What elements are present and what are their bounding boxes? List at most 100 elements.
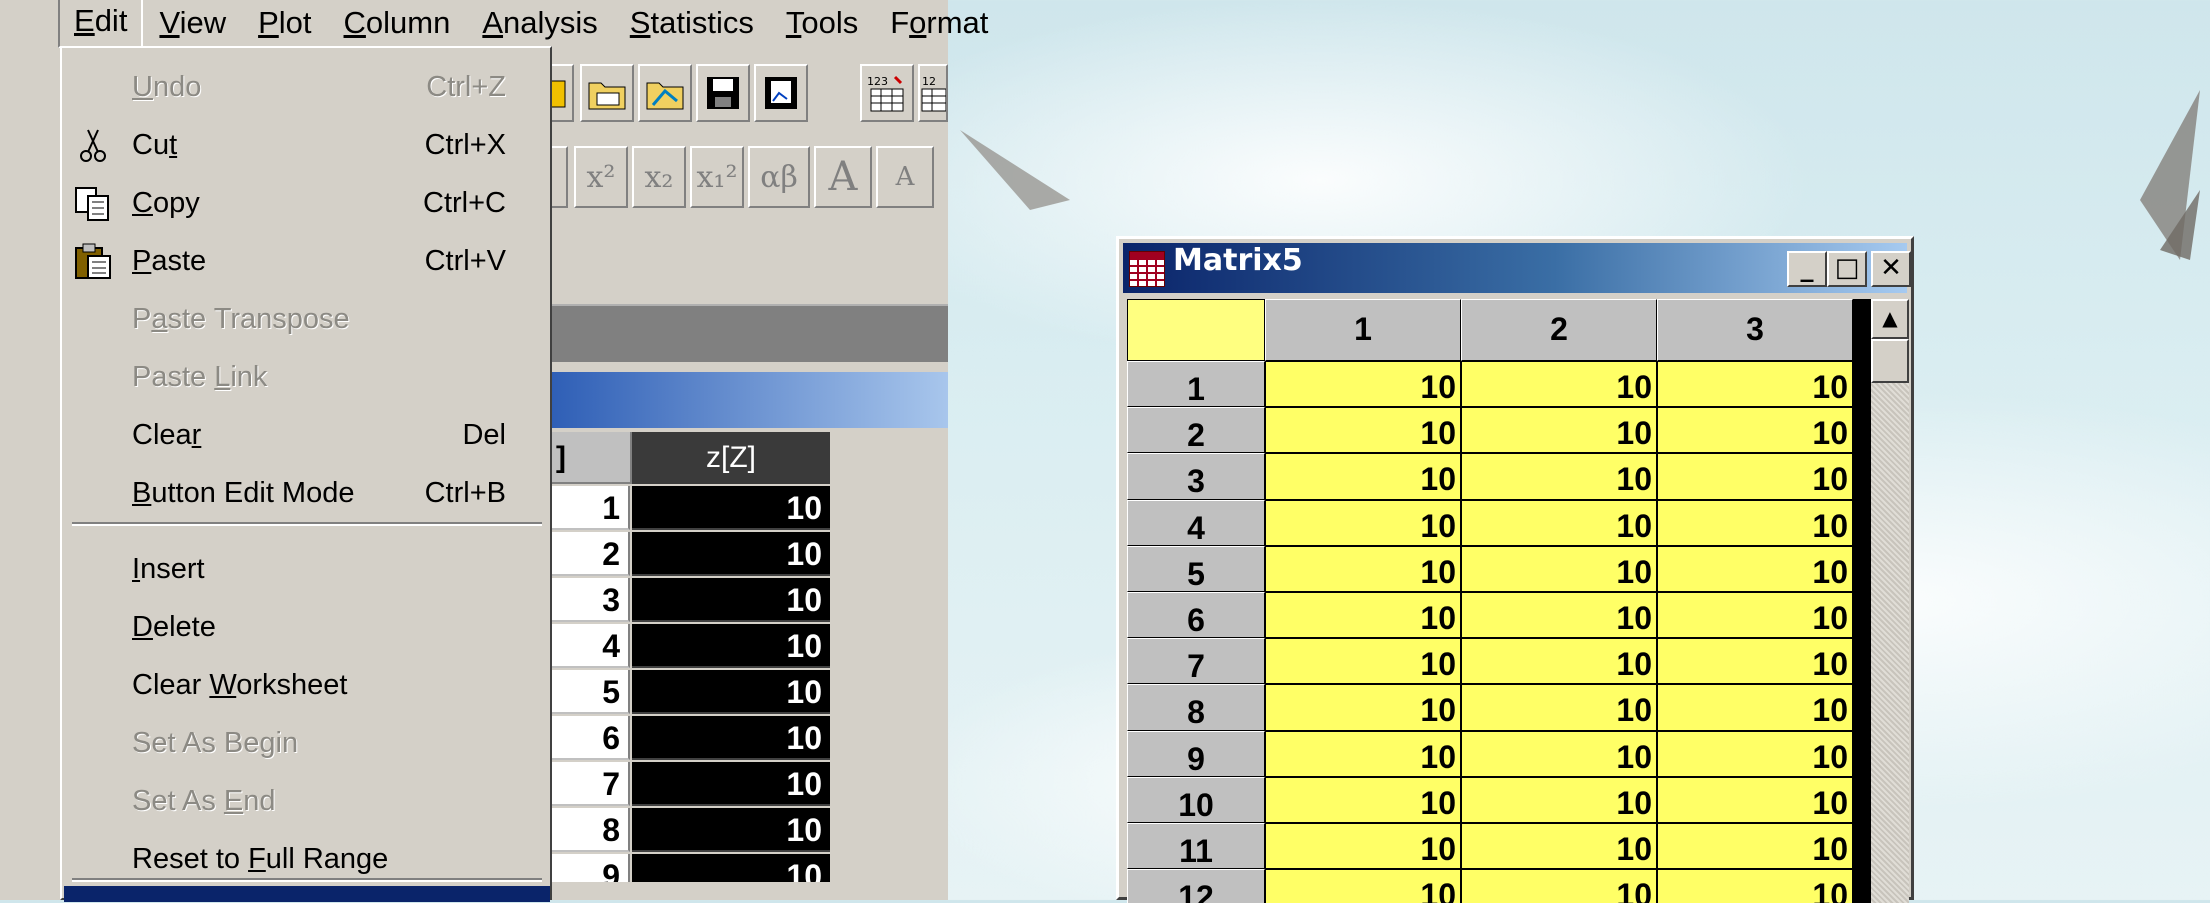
superscript-button[interactable]: x² xyxy=(574,146,628,208)
super-subscript-button[interactable]: x₁² xyxy=(690,146,744,208)
worksheet-cell[interactable]: 10 xyxy=(632,670,830,714)
matrix-cell[interactable]: 10 xyxy=(1657,361,1853,408)
menu-plot[interactable]: Plot xyxy=(242,0,327,46)
subscript-button[interactable]: x₂ xyxy=(632,146,686,208)
menu-item[interactable]: Insert xyxy=(64,544,550,594)
matrix-title-bar[interactable]: Matrix5 _ □ ✕ xyxy=(1123,243,1911,293)
matrix-cell[interactable]: 10 xyxy=(1265,453,1461,500)
matrix-cell[interactable]: 10 xyxy=(1657,730,1853,777)
matrix-cell[interactable]: 10 xyxy=(1657,499,1853,546)
menu-item[interactable]: Reset to Full Range xyxy=(64,834,550,884)
menu-edit[interactable]: Edit xyxy=(58,0,144,48)
menu-item[interactable]: Cut Ctrl+X xyxy=(64,120,550,170)
worksheet-title-bar[interactable] xyxy=(552,372,948,428)
worksheet-cell[interactable]: 10 xyxy=(632,578,830,622)
new-worksheet-button[interactable]: 123 xyxy=(860,64,914,122)
scroll-thumb[interactable] xyxy=(1871,339,1909,383)
matrix-cell[interactable]: 10 xyxy=(1461,638,1657,685)
matrix-column-header[interactable]: 3 xyxy=(1657,299,1853,361)
menu-statistics[interactable]: Statistics xyxy=(614,0,770,46)
matrix-cell[interactable]: 10 xyxy=(1657,869,1853,903)
vertical-scrollbar[interactable]: ▲ xyxy=(1871,299,1909,903)
matrix-cell[interactable]: 10 xyxy=(1265,545,1461,592)
matrix-cell[interactable]: 10 xyxy=(1657,776,1853,823)
menu-tools[interactable]: Tools xyxy=(770,0,874,46)
matrix-cell[interactable]: 10 xyxy=(1265,499,1461,546)
scroll-up-button[interactable]: ▲ xyxy=(1871,299,1909,339)
row-header[interactable]: 7 xyxy=(552,762,630,806)
save-template-button[interactable] xyxy=(754,64,808,122)
greek-button[interactable]: αβ xyxy=(748,146,810,208)
row-header[interactable]: 6 xyxy=(552,716,630,760)
menu-view[interactable]: View xyxy=(143,0,242,46)
menu-item[interactable]: Delete xyxy=(64,602,550,652)
matrix-cell[interactable]: 10 xyxy=(1657,638,1853,685)
matrix-cell[interactable]: 10 xyxy=(1265,823,1461,870)
matrix-cell[interactable]: 10 xyxy=(1265,869,1461,903)
matrix-cell[interactable]: 10 xyxy=(1265,361,1461,408)
row-header[interactable]: 3 xyxy=(552,578,630,622)
matrix-cell[interactable]: 10 xyxy=(1657,545,1853,592)
matrix-column-header[interactable]: 1 xyxy=(1265,299,1461,361)
matrix-row-header[interactable]: 4 xyxy=(1127,499,1265,546)
matrix-row-header[interactable]: 11 xyxy=(1127,823,1265,870)
matrix-column-header[interactable]: 2 xyxy=(1461,299,1657,361)
matrix-row-header[interactable]: 1 xyxy=(1127,361,1265,408)
worksheet-cell[interactable]: 10 xyxy=(632,532,830,576)
matrix-cell[interactable]: 10 xyxy=(1461,407,1657,454)
matrix-row-header[interactable]: 10 xyxy=(1127,776,1265,823)
minimize-button[interactable]: _ xyxy=(1787,251,1827,287)
maximize-button[interactable]: □ xyxy=(1827,251,1867,287)
matrix-cell[interactable]: 10 xyxy=(1657,684,1853,731)
worksheet-cell[interactable]: 10 xyxy=(632,762,830,806)
decrease-font-button[interactable]: A xyxy=(876,146,934,208)
menu-format[interactable]: Format xyxy=(874,0,1004,46)
matrix-cell[interactable]: 10 xyxy=(1461,684,1657,731)
open-excel-button[interactable] xyxy=(638,64,692,122)
matrix-row-header[interactable]: 7 xyxy=(1127,638,1265,685)
matrix-cell[interactable]: 10 xyxy=(1461,869,1657,903)
menu-item[interactable]: Paste Ctrl+V xyxy=(64,236,550,286)
matrix-corner-cell[interactable] xyxy=(1127,299,1265,361)
increase-font-button[interactable]: A xyxy=(814,146,872,208)
close-button[interactable]: ✕ xyxy=(1871,251,1911,287)
matrix-cell[interactable]: 10 xyxy=(1657,407,1853,454)
column-header-y[interactable]: ] xyxy=(552,432,632,484)
matrix-cell[interactable]: 10 xyxy=(1265,776,1461,823)
matrix-row-header[interactable]: 12 xyxy=(1127,869,1265,903)
matrix-cell[interactable]: 10 xyxy=(1461,730,1657,777)
worksheet-cell[interactable]: 10 xyxy=(632,716,830,760)
matrix-cell[interactable]: 10 xyxy=(1657,823,1853,870)
row-header[interactable]: 4 xyxy=(552,624,630,668)
matrix-row-header[interactable]: 5 xyxy=(1127,545,1265,592)
row-header[interactable]: 5 xyxy=(552,670,630,714)
menu-item[interactable]: Clear Worksheet xyxy=(64,660,550,710)
matrix-cell[interactable]: 10 xyxy=(1461,776,1657,823)
matrix-cell[interactable]: 10 xyxy=(1265,592,1461,639)
menu-item[interactable]: Clear Del xyxy=(64,410,550,460)
matrix-cell[interactable]: 10 xyxy=(1265,730,1461,777)
worksheet-cell[interactable]: 10 xyxy=(632,624,830,668)
worksheet-cell[interactable]: 10 xyxy=(632,486,830,530)
matrix-cell[interactable]: 10 xyxy=(1461,592,1657,639)
menu-analysis[interactable]: Analysis xyxy=(466,0,613,46)
matrix-cell[interactable]: 10 xyxy=(1461,499,1657,546)
matrix-cell[interactable]: 10 xyxy=(1265,407,1461,454)
matrix-cell[interactable]: 10 xyxy=(1265,684,1461,731)
save-project-button[interactable] xyxy=(696,64,750,122)
new-matrix-button[interactable]: 12 xyxy=(918,64,948,122)
matrix-row-header[interactable]: 9 xyxy=(1127,730,1265,777)
menu-column[interactable]: Column xyxy=(328,0,467,46)
matrix-cell[interactable]: 10 xyxy=(1657,453,1853,500)
matrix-cell[interactable]: 10 xyxy=(1265,638,1461,685)
row-header[interactable]: 2 xyxy=(552,532,630,576)
matrix-row-header[interactable]: 8 xyxy=(1127,684,1265,731)
menu-item[interactable]: Button Edit Mode Ctrl+B xyxy=(64,468,550,518)
matrix-row-header[interactable]: 2 xyxy=(1127,407,1265,454)
matrix-row-header[interactable]: 3 xyxy=(1127,453,1265,500)
row-header[interactable]: 8 xyxy=(552,808,630,852)
matrix-cell[interactable]: 10 xyxy=(1461,545,1657,592)
worksheet-cell[interactable]: 10 xyxy=(632,808,830,852)
matrix-cell[interactable]: 10 xyxy=(1461,823,1657,870)
column-header-z[interactable]: z[Z] xyxy=(632,432,830,484)
